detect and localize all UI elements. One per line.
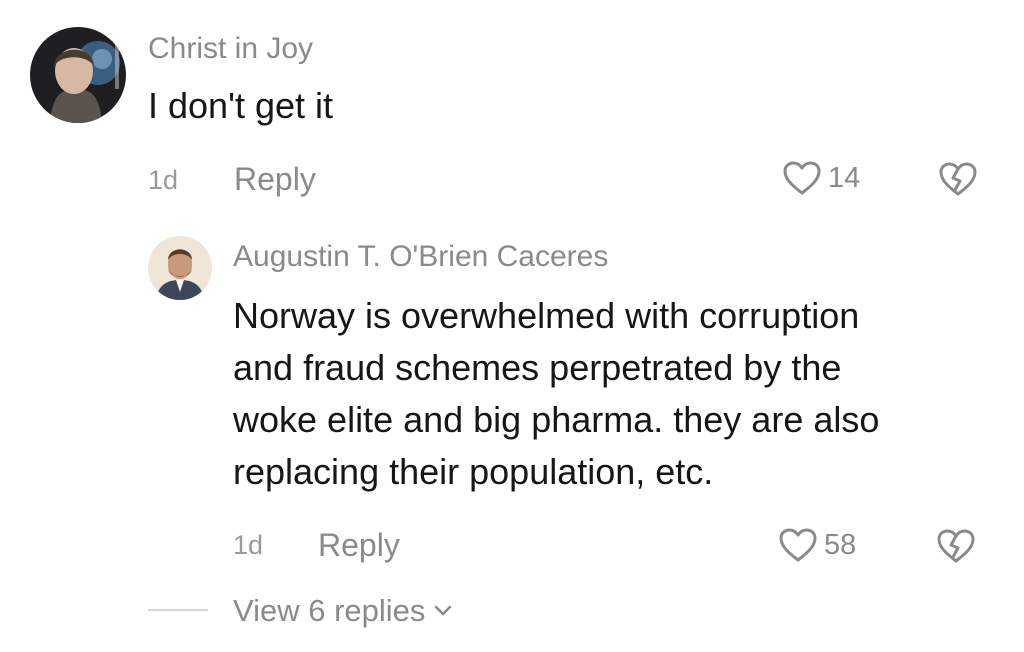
reply-button[interactable]: Reply bbox=[318, 526, 400, 564]
reply-text-line: woke elite and big pharma. they are also bbox=[233, 399, 880, 440]
reply-button[interactable]: Reply bbox=[234, 160, 316, 198]
like-button[interactable]: 14 bbox=[782, 160, 860, 196]
dislike-button[interactable] bbox=[938, 161, 978, 202]
heart-outline-icon bbox=[783, 161, 821, 195]
chevron-down-icon bbox=[435, 605, 452, 616]
view-replies-label: View 6 replies bbox=[233, 593, 426, 628]
reply-timestamp: 1d bbox=[233, 530, 264, 560]
like-count: 58 bbox=[824, 529, 857, 561]
dislike-button[interactable] bbox=[936, 528, 976, 569]
like-count: 14 bbox=[828, 162, 861, 194]
view-replies-button[interactable]: View 6 replies bbox=[233, 593, 453, 629]
reply-text-line: replacing their population, etc. bbox=[233, 451, 714, 492]
comment-username[interactable]: Christ in Joy bbox=[148, 31, 313, 67]
reply-text-line: and fraud schemes perpetrated by the bbox=[233, 347, 842, 388]
comment-timestamp: 1d bbox=[148, 165, 179, 195]
avatar[interactable] bbox=[148, 236, 212, 300]
comments-thread: Christ in Joy I don't get it 1d Reply 14… bbox=[0, 0, 1024, 652]
divider bbox=[148, 609, 208, 611]
broken-heart-icon bbox=[939, 162, 977, 196]
avatar[interactable] bbox=[30, 27, 126, 123]
broken-heart-icon bbox=[937, 529, 975, 563]
reply-username[interactable]: Augustin T. O'Brien Caceres bbox=[233, 239, 608, 275]
reply-text-line: Norway is overwhelmed with corruption bbox=[233, 295, 860, 336]
like-button[interactable]: 58 bbox=[778, 527, 856, 563]
reply-text: Norway is overwhelmed with corruption an… bbox=[233, 290, 879, 498]
heart-outline-icon bbox=[779, 528, 817, 562]
comment-text: I don't get it bbox=[148, 85, 333, 126]
